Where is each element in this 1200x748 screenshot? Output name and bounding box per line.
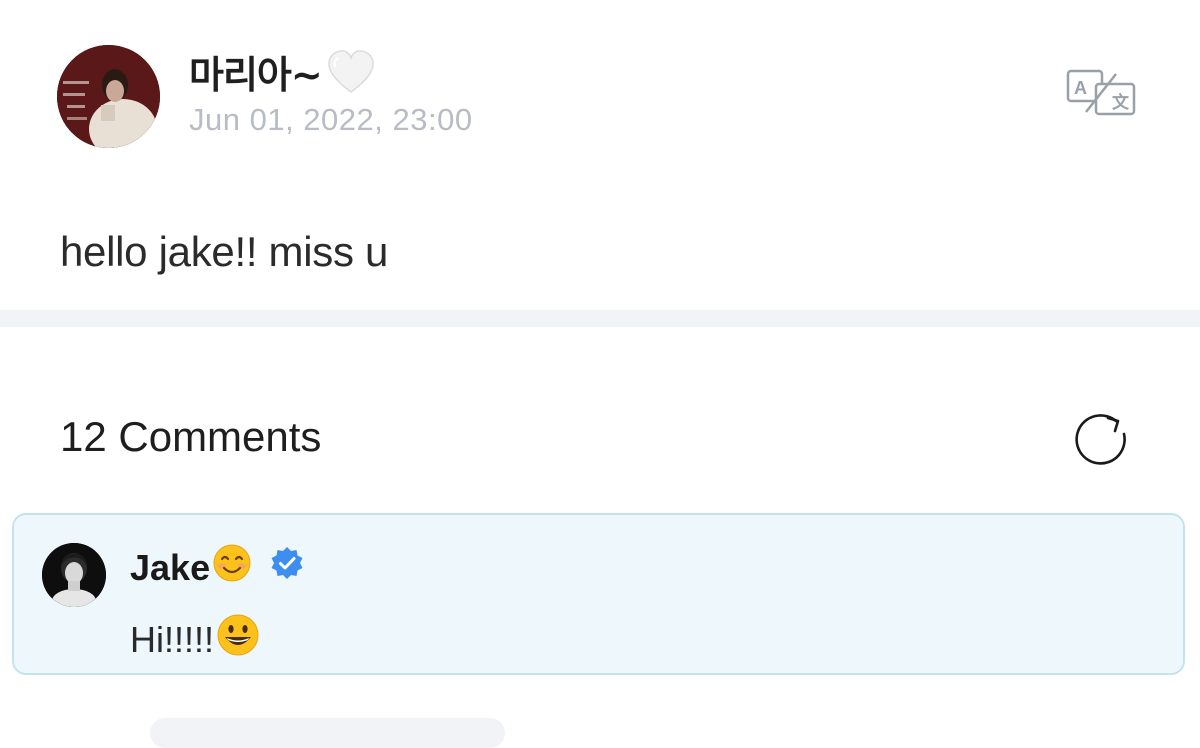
commenter-name-text: Jake	[130, 546, 211, 588]
grinning-face-icon	[216, 613, 260, 666]
comment-text: Hi!!!!!	[130, 613, 260, 666]
commenter-avatar[interactable]	[42, 543, 106, 607]
author-name-text: 마리아~	[189, 53, 323, 97]
next-comment-placeholder	[150, 718, 505, 748]
refresh-icon	[1075, 414, 1126, 465]
verified-badge-icon	[270, 546, 304, 589]
comments-count-title: 12 Comments	[60, 413, 322, 460]
white-heart-icon	[326, 49, 376, 95]
translate-icon: A 文	[1066, 69, 1136, 116]
svg-text:文: 文	[1112, 92, 1130, 113]
author-name[interactable]: 마리아~	[189, 44, 376, 99]
post-body: hello jake!! miss u	[60, 228, 389, 275]
comment-card[interactable]: Jake Hi!!!!!	[12, 513, 1185, 675]
smiling-face-icon	[212, 543, 252, 592]
author-avatar[interactable]	[57, 45, 160, 148]
post-date: Jun 01, 2022, 23:00	[189, 102, 473, 137]
comment-text-content: Hi!!!!!	[130, 618, 215, 660]
translate-button[interactable]: A 文	[1066, 68, 1138, 118]
section-divider	[0, 310, 1200, 327]
refresh-button[interactable]	[1072, 412, 1132, 470]
commenter-name[interactable]: Jake	[130, 543, 304, 592]
svg-text:A: A	[1074, 78, 1087, 98]
post-header: 마리아~ Jun 01, 2022, 23:00 A 文	[0, 0, 1200, 180]
